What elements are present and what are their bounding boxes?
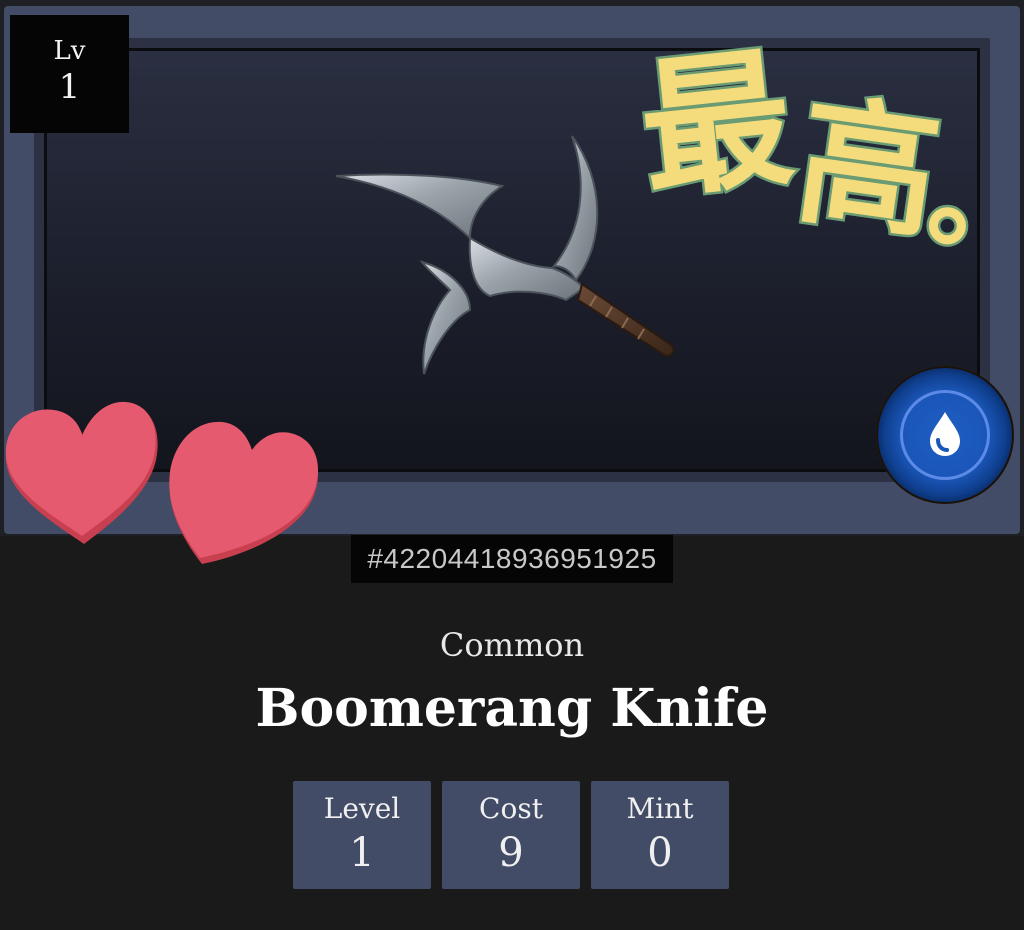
heart-icon	[5, 401, 158, 544]
stat-cost: Cost 9	[442, 781, 580, 889]
token-id: #42204418936951925	[351, 535, 673, 583]
stat-mint: Mint 0	[591, 781, 729, 889]
level-badge-value: 1	[58, 67, 81, 107]
card-name: Boomerang Knife	[255, 678, 769, 739]
stat-label: Cost	[479, 792, 543, 825]
stat-value: 1	[349, 830, 375, 876]
sticker-char: 。	[924, 108, 1024, 268]
level-badge-label: Lv	[53, 36, 86, 66]
card-stats: Level 1 Cost 9 Mint 0	[293, 781, 733, 891]
stat-value: 0	[647, 830, 673, 876]
card-frame: Lv 1 最 高 。	[0, 0, 1024, 564]
heart-icon	[169, 421, 318, 564]
water-drop-icon	[930, 412, 960, 456]
sticker-text: 最 高 。	[630, 0, 1024, 264]
stat-label: Level	[323, 792, 401, 825]
card-rarity: Common	[439, 626, 585, 664]
stat-label: Mint	[626, 792, 694, 825]
stat-value: 9	[498, 830, 524, 876]
stat-level: Level 1	[293, 781, 431, 889]
card-page: Lv 1 最 高 。 #42204418936951925 C	[0, 0, 1024, 930]
sticker-char: 最	[630, 29, 802, 223]
water-element-orb	[876, 366, 1014, 504]
level-badge: Lv 1	[10, 15, 129, 133]
